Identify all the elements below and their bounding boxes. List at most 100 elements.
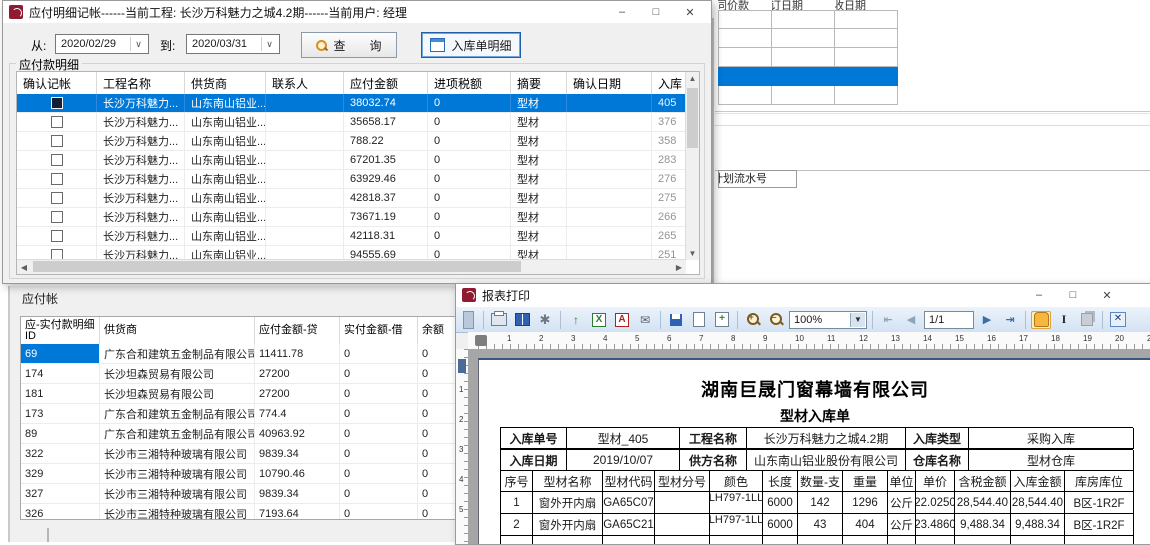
cell[interactable]	[266, 170, 344, 188]
cell[interactable]	[567, 94, 652, 112]
cell[interactable]: 27200	[255, 384, 340, 403]
column-header[interactable]: 验收日期	[835, 0, 898, 10]
confirm-checkbox[interactable]	[51, 211, 63, 223]
cell[interactable]: 山东南山铝业...	[185, 208, 266, 226]
export-excel-icon[interactable]: X	[589, 311, 609, 329]
zoom-level-select[interactable]: 100%▼	[789, 311, 867, 329]
table-row[interactable]: 长沙万科魅力...山东南山铝业...67201.350型材283	[17, 151, 686, 170]
cell[interactable]: 0	[418, 404, 455, 423]
cell[interactable]: 0	[428, 227, 511, 245]
cell[interactable]	[772, 10, 835, 29]
cell[interactable]: 型材	[511, 227, 567, 245]
cell[interactable]: 358	[652, 132, 686, 150]
checkbox-cell[interactable]	[17, 170, 97, 188]
cell[interactable]: 0	[418, 364, 455, 383]
column-header[interactable]: 确认日期	[567, 72, 652, 94]
scrollbar-thumb[interactable]	[33, 261, 521, 272]
table-row[interactable]: 181长沙坦森贸易有限公司2720000	[21, 384, 455, 404]
payable-ledger-grid-header[interactable]: 应-实付款明细ID供货商应付金额-贷实付金额-借余额	[21, 317, 455, 345]
cell[interactable]: 9839.34	[255, 444, 340, 463]
cell[interactable]: 326	[21, 504, 100, 519]
cell[interactable]: 0	[418, 344, 455, 363]
cell[interactable]	[567, 227, 652, 245]
cell[interactable]: 0	[340, 344, 418, 363]
checkbox-cell[interactable]	[17, 227, 97, 245]
cell[interactable]	[266, 94, 344, 112]
cell[interactable]	[835, 10, 898, 29]
checkbox-cell[interactable]	[17, 208, 97, 226]
export-icon[interactable]: ↑	[566, 311, 586, 329]
cell[interactable]: 9839.34	[255, 484, 340, 503]
table-row[interactable]	[718, 10, 898, 29]
cell[interactable]: 长沙市三湘特种玻璃有限公司	[100, 504, 255, 519]
column-header[interactable]: 入库	[652, 72, 686, 94]
cell[interactable]: 0	[340, 424, 418, 443]
cell[interactable]	[835, 86, 898, 105]
cell[interactable]	[772, 86, 835, 105]
table-row[interactable]	[718, 29, 898, 48]
cell[interactable]: 0	[418, 444, 455, 463]
cell[interactable]	[718, 48, 772, 67]
ruler-marker[interactable]	[475, 335, 487, 346]
contract-grid-header[interactable]: 合同价款签订日期验收日期	[718, 0, 898, 10]
table-row[interactable]: 长沙万科魅力...山东南山铝业...35658.170型材376	[17, 113, 686, 132]
table-row[interactable]	[718, 48, 898, 67]
cell[interactable]	[567, 208, 652, 226]
cell[interactable]: 广东合和建筑五金制品有限公司	[100, 424, 255, 443]
checkbox-cell[interactable]	[17, 94, 97, 112]
cell[interactable]: 山东南山铝业...	[185, 170, 266, 188]
copy-icon[interactable]	[1077, 311, 1097, 329]
table-row[interactable]: 长沙万科魅力...山东南山铝业...38032.740型材405	[17, 94, 686, 113]
cell[interactable]	[718, 67, 772, 86]
cell[interactable]: 型材	[511, 151, 567, 169]
confirm-checkbox[interactable]	[51, 135, 63, 147]
to-date-select[interactable]: 2020/03/31∨	[186, 34, 280, 54]
cell[interactable]: 长沙万科魅力...	[97, 227, 185, 245]
confirm-checkbox[interactable]	[51, 192, 63, 204]
table-row[interactable]	[718, 67, 898, 86]
cell[interactable]	[835, 29, 898, 48]
cell[interactable]: 405	[652, 94, 686, 112]
table-row[interactable]: 69广东合和建筑五金制品有限公司11411.7800	[21, 344, 455, 364]
column-header[interactable]: 签订日期	[772, 0, 835, 10]
cell[interactable]: 266	[652, 208, 686, 226]
table-row[interactable]: 174长沙坦森贸易有限公司2720000	[21, 364, 455, 384]
table-row[interactable]: 326长沙市三湘特种玻璃有限公司7193.6400	[21, 504, 455, 519]
mail-icon[interactable]: ✉	[635, 311, 655, 329]
table-row[interactable]: 长沙万科魅力...山东南山铝业...788.220型材358	[17, 132, 686, 151]
export-pdf-icon[interactable]: A	[612, 311, 632, 329]
cell[interactable]: 0	[428, 113, 511, 131]
next-page-button[interactable]: ▶	[977, 311, 997, 329]
cell[interactable]: 0	[340, 404, 418, 423]
cell[interactable]: 329	[21, 464, 100, 483]
inbound-detail-button[interactable]: 入库单明细	[421, 32, 521, 58]
settings-icon[interactable]: ✱	[535, 311, 555, 329]
scroll-down-icon[interactable]: ▼	[686, 247, 699, 260]
close-preview-icon[interactable]: ✕	[1108, 311, 1128, 329]
cell[interactable]	[266, 227, 344, 245]
cell[interactable]: 27200	[255, 364, 340, 383]
cell[interactable]	[718, 10, 772, 29]
cell[interactable]: 0	[428, 189, 511, 207]
cell[interactable]: 广东合和建筑五金制品有限公司	[100, 404, 255, 423]
table-row[interactable]: 长沙万科魅力...山东南山铝业...73671.190型材266	[17, 208, 686, 227]
cell[interactable]: 67201.35	[344, 151, 428, 169]
cell[interactable]: 型材	[511, 189, 567, 207]
column-header[interactable]: 确认记帐	[17, 72, 97, 94]
column-header[interactable]: 摘要	[511, 72, 567, 94]
cell[interactable]: 181	[21, 384, 100, 403]
cell[interactable]: 376	[652, 113, 686, 131]
cell[interactable]: 长沙万科魅力...	[97, 94, 185, 112]
cell[interactable]: 42118.31	[344, 227, 428, 245]
cell[interactable]: 长沙万科魅力...	[97, 208, 185, 226]
cell[interactable]: 0	[340, 464, 418, 483]
from-date-select[interactable]: 2020/02/29∨	[55, 34, 149, 54]
cell[interactable]: 型材	[511, 132, 567, 150]
column-header[interactable]: 合同价款	[718, 0, 772, 10]
cell[interactable]: 35658.17	[344, 113, 428, 131]
cell[interactable]: 0	[428, 208, 511, 226]
cell[interactable]: 73671.19	[344, 208, 428, 226]
cell[interactable]: 327	[21, 484, 100, 503]
window3-titlebar[interactable]: 报表打印 – □ ✕	[456, 284, 1150, 306]
cell[interactable]	[266, 113, 344, 131]
